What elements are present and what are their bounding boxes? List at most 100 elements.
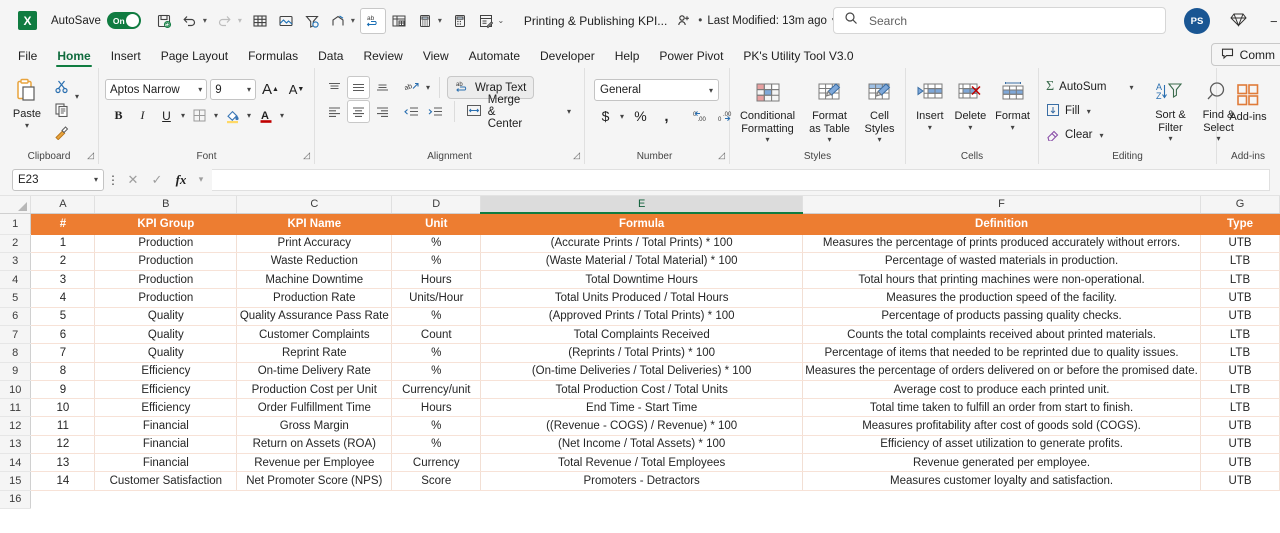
- cell-g10[interactable]: LTB: [1200, 380, 1280, 400]
- font-name-chevron-down-icon[interactable]: ▾: [198, 85, 202, 94]
- row-header-8[interactable]: 8: [0, 343, 32, 363]
- cell-c15[interactable]: Net Promoter Score (NPS): [236, 471, 393, 491]
- row-header-1[interactable]: 1: [0, 213, 32, 235]
- tab-page-layout[interactable]: Page Layout: [151, 46, 238, 68]
- cell-a12[interactable]: 11: [30, 416, 96, 436]
- number-format-combo[interactable]: General ▾: [594, 79, 719, 101]
- cell-b15[interactable]: Customer Satisfaction: [94, 471, 238, 491]
- increase-decimal-button[interactable]: 0 .00: [690, 105, 713, 128]
- row-header-15[interactable]: 15: [0, 471, 32, 491]
- cell-c13[interactable]: Return on Assets (ROA): [236, 435, 393, 455]
- autosum-button[interactable]: Σ AutoSum ▾: [1043, 75, 1138, 99]
- conditional-formatting-button[interactable]: Conditional Formatting ▾: [735, 76, 801, 146]
- cancel-icon[interactable]: ✕: [122, 172, 144, 188]
- save-icon[interactable]: [151, 8, 177, 34]
- copy-button[interactable]: [50, 98, 73, 121]
- align-right-button[interactable]: [371, 100, 394, 123]
- search-box[interactable]: [833, 7, 1166, 34]
- select-all-corner[interactable]: [0, 196, 32, 214]
- row-header-3[interactable]: 3: [0, 252, 32, 272]
- cell-c4[interactable]: Machine Downtime: [236, 270, 393, 290]
- cell-styles-button[interactable]: Cell Styles ▾: [859, 76, 901, 146]
- cell-b16[interactable]: [94, 490, 237, 509]
- cell-a13[interactable]: 12: [30, 435, 96, 455]
- tab-developer[interactable]: Developer: [530, 46, 605, 68]
- cell-a3[interactable]: 2: [30, 252, 96, 272]
- bold-button[interactable]: B: [107, 104, 130, 127]
- format-as-table-chevron-down-icon[interactable]: ▾: [827, 135, 831, 144]
- cell-d16[interactable]: [391, 490, 481, 509]
- cell-e5[interactable]: Total Units Produced / Total Hours: [480, 288, 804, 308]
- cell-g15[interactable]: UTB: [1200, 471, 1280, 491]
- tab-data[interactable]: Data: [308, 46, 353, 68]
- cell-a5[interactable]: 4: [30, 288, 96, 308]
- cell-e14[interactable]: Total Revenue / Total Employees: [480, 453, 804, 473]
- formula-input[interactable]: [212, 168, 1270, 191]
- format-painter-button[interactable]: [50, 121, 73, 144]
- cell-f7[interactable]: Counts the total complaints received abo…: [802, 325, 1202, 345]
- tab-power-pivot[interactable]: Power Pivot: [649, 46, 733, 68]
- cell-e3[interactable]: (Waste Material / Total Material) * 100: [480, 252, 804, 272]
- cell-d15[interactable]: Score: [391, 471, 482, 491]
- row-header-16[interactable]: 16: [0, 490, 32, 509]
- cell-f5[interactable]: Measures the production speed of the fac…: [802, 288, 1202, 308]
- format-as-table-button[interactable]: Format as Table ▾: [803, 76, 857, 146]
- font-color-button[interactable]: A: [254, 104, 277, 127]
- decrease-indent-button[interactable]: [399, 100, 422, 123]
- cell-g5[interactable]: UTB: [1200, 288, 1280, 308]
- cell-d6[interactable]: %: [391, 307, 482, 326]
- row-header-6[interactable]: 6: [0, 307, 32, 326]
- currency-button[interactable]: $: [594, 105, 617, 128]
- cell-f12[interactable]: Measures profitability after cost of goo…: [802, 416, 1202, 436]
- cell-e16[interactable]: [480, 490, 803, 509]
- cell-d11[interactable]: Hours: [391, 398, 482, 418]
- clipboard-dialog-launcher[interactable]: ◿: [87, 150, 94, 161]
- align-middle-button[interactable]: [347, 76, 370, 99]
- number-format-chevron-down-icon[interactable]: ▾: [709, 86, 713, 95]
- cell-a7[interactable]: 6: [30, 325, 96, 345]
- borders-button[interactable]: [188, 104, 211, 127]
- tab-formulas[interactable]: Formulas: [238, 46, 308, 68]
- font-color-chevron-down-icon[interactable]: ▾: [278, 111, 286, 120]
- font-name-combo[interactable]: Aptos Narrow ▾: [105, 79, 208, 100]
- cell-b9[interactable]: Efficiency: [94, 362, 238, 381]
- formula-bar-chevron-down-icon[interactable]: ▾: [194, 174, 208, 185]
- tab-review[interactable]: Review: [353, 46, 412, 68]
- cell-f15[interactable]: Measures customer loyalty and satisfacti…: [802, 471, 1202, 491]
- cell-d9[interactable]: %: [391, 362, 482, 381]
- currency-chevron-down-icon[interactable]: ▾: [618, 112, 626, 121]
- cell-g14[interactable]: UTB: [1200, 453, 1280, 473]
- cell-c14[interactable]: Revenue per Employee: [236, 453, 393, 473]
- cell-a8[interactable]: 7: [30, 343, 96, 363]
- table-row[interactable]: Unit: [391, 213, 482, 235]
- filter-icon[interactable]: [299, 8, 325, 34]
- comments-button[interactable]: Comm: [1210, 43, 1280, 66]
- cell-f3[interactable]: Percentage of wasted materials in produc…: [802, 252, 1202, 272]
- cell-a15[interactable]: 14: [30, 471, 96, 491]
- table-row[interactable]: Type: [1200, 213, 1280, 235]
- cell-c5[interactable]: Production Rate: [236, 288, 393, 308]
- cell-a9[interactable]: 8: [30, 362, 96, 381]
- tab-home[interactable]: Home: [47, 46, 100, 68]
- autosave-toggle[interactable]: On: [106, 12, 141, 29]
- cell-b11[interactable]: Efficiency: [94, 398, 238, 418]
- cell-b7[interactable]: Quality: [94, 325, 238, 345]
- minimize-icon[interactable]: −: [1270, 14, 1278, 29]
- cell-d10[interactable]: Currency/unit: [391, 380, 482, 400]
- cell-a16[interactable]: [30, 490, 95, 509]
- underline-button[interactable]: U: [155, 104, 178, 127]
- number-dialog-launcher[interactable]: ◿: [718, 150, 725, 161]
- share-people-icon[interactable]: [677, 13, 692, 28]
- cell-e9[interactable]: (On-time Deliveries / Total Deliveries) …: [480, 362, 804, 381]
- cell-g11[interactable]: LTB: [1200, 398, 1280, 418]
- cell-f11[interactable]: Total time taken to fulfill an order fro…: [802, 398, 1202, 418]
- decrease-font-size-button[interactable]: A ▼: [285, 78, 308, 101]
- underline-chevron-down-icon[interactable]: ▾: [179, 111, 187, 120]
- cell-a14[interactable]: 13: [30, 453, 96, 473]
- comma-style-button[interactable]: ,: [655, 105, 678, 128]
- cell-styles-chevron-down-icon[interactable]: ▾: [877, 135, 881, 144]
- cell-e4[interactable]: Total Downtime Hours: [480, 270, 804, 290]
- cell-c7[interactable]: Customer Complaints: [236, 325, 393, 345]
- cell-d14[interactable]: Currency: [391, 453, 482, 473]
- tab-help[interactable]: Help: [605, 46, 650, 68]
